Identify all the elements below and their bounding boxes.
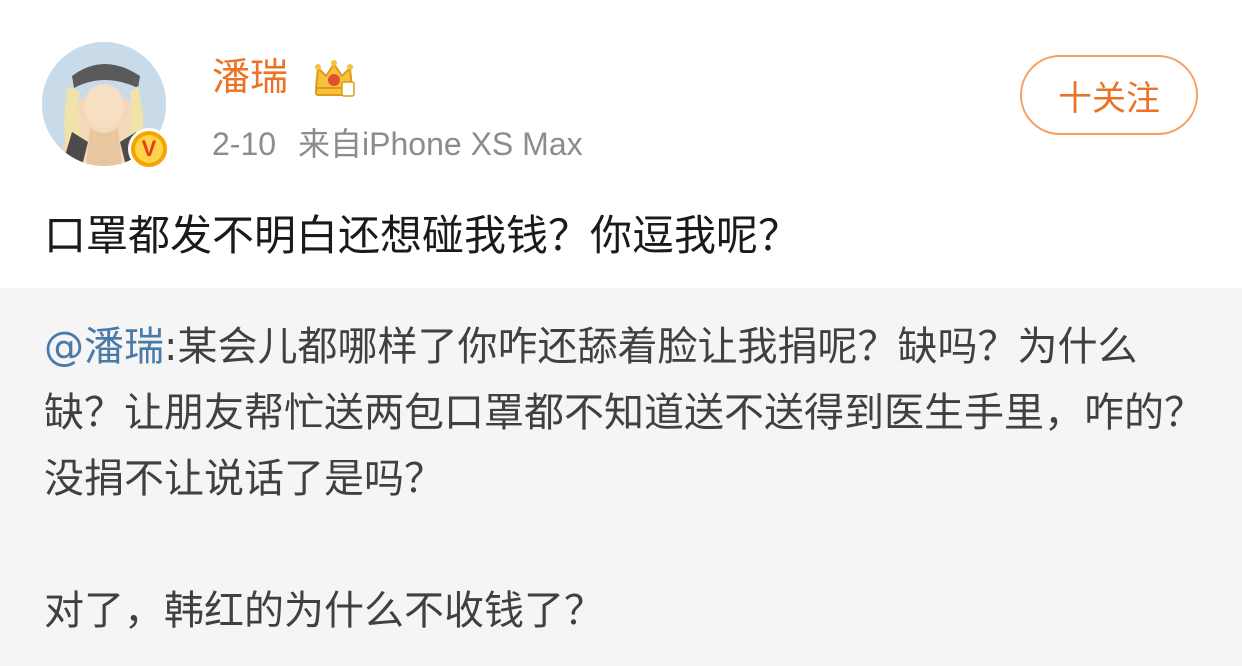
repost-paragraph-2: 对了，韩红的为什么不收钱了？ bbox=[44, 588, 604, 634]
repost-body: @潘瑞:某会儿都哪样了你咋还舔着脸让我捐呢？缺吗？为什么缺？让朋友帮忙送两包口罩… bbox=[44, 314, 1204, 644]
post-text: 口罩都发不明白还想碰我钱？你逗我呢？ bbox=[44, 211, 801, 260]
post-meta: 2-10 来自iPhone XS Max bbox=[212, 124, 583, 164]
verified-badge-label: V bbox=[135, 135, 163, 163]
post-date: 2-10 bbox=[212, 126, 277, 162]
crown-icon bbox=[315, 60, 355, 97]
repost-text: :某会儿都哪样了你咋还舔着脸让我捐呢？缺吗？为什么缺？让朋友帮忙送两包口罩都不知… bbox=[44, 324, 1204, 502]
repost-paragraph: @潘瑞:某会儿都哪样了你咋还舔着脸让我捐呢？缺吗？为什么缺？让朋友帮忙送两包口罩… bbox=[44, 314, 1204, 512]
post-source[interactable]: 来自iPhone XS Max bbox=[298, 124, 583, 164]
repost-card[interactable]: @潘瑞:某会儿都哪样了你咋还舔着脸让我捐呢？缺吗？为什么缺？让朋友帮忙送两包口罩… bbox=[0, 288, 1242, 666]
mention-link[interactable]: @潘瑞 bbox=[44, 324, 164, 370]
username[interactable]: 潘瑞 bbox=[212, 54, 288, 100]
user-avatar[interactable]: V bbox=[42, 42, 170, 170]
verified-v-icon: V bbox=[128, 128, 170, 170]
follow-button[interactable]: 十关注 bbox=[1020, 55, 1198, 135]
